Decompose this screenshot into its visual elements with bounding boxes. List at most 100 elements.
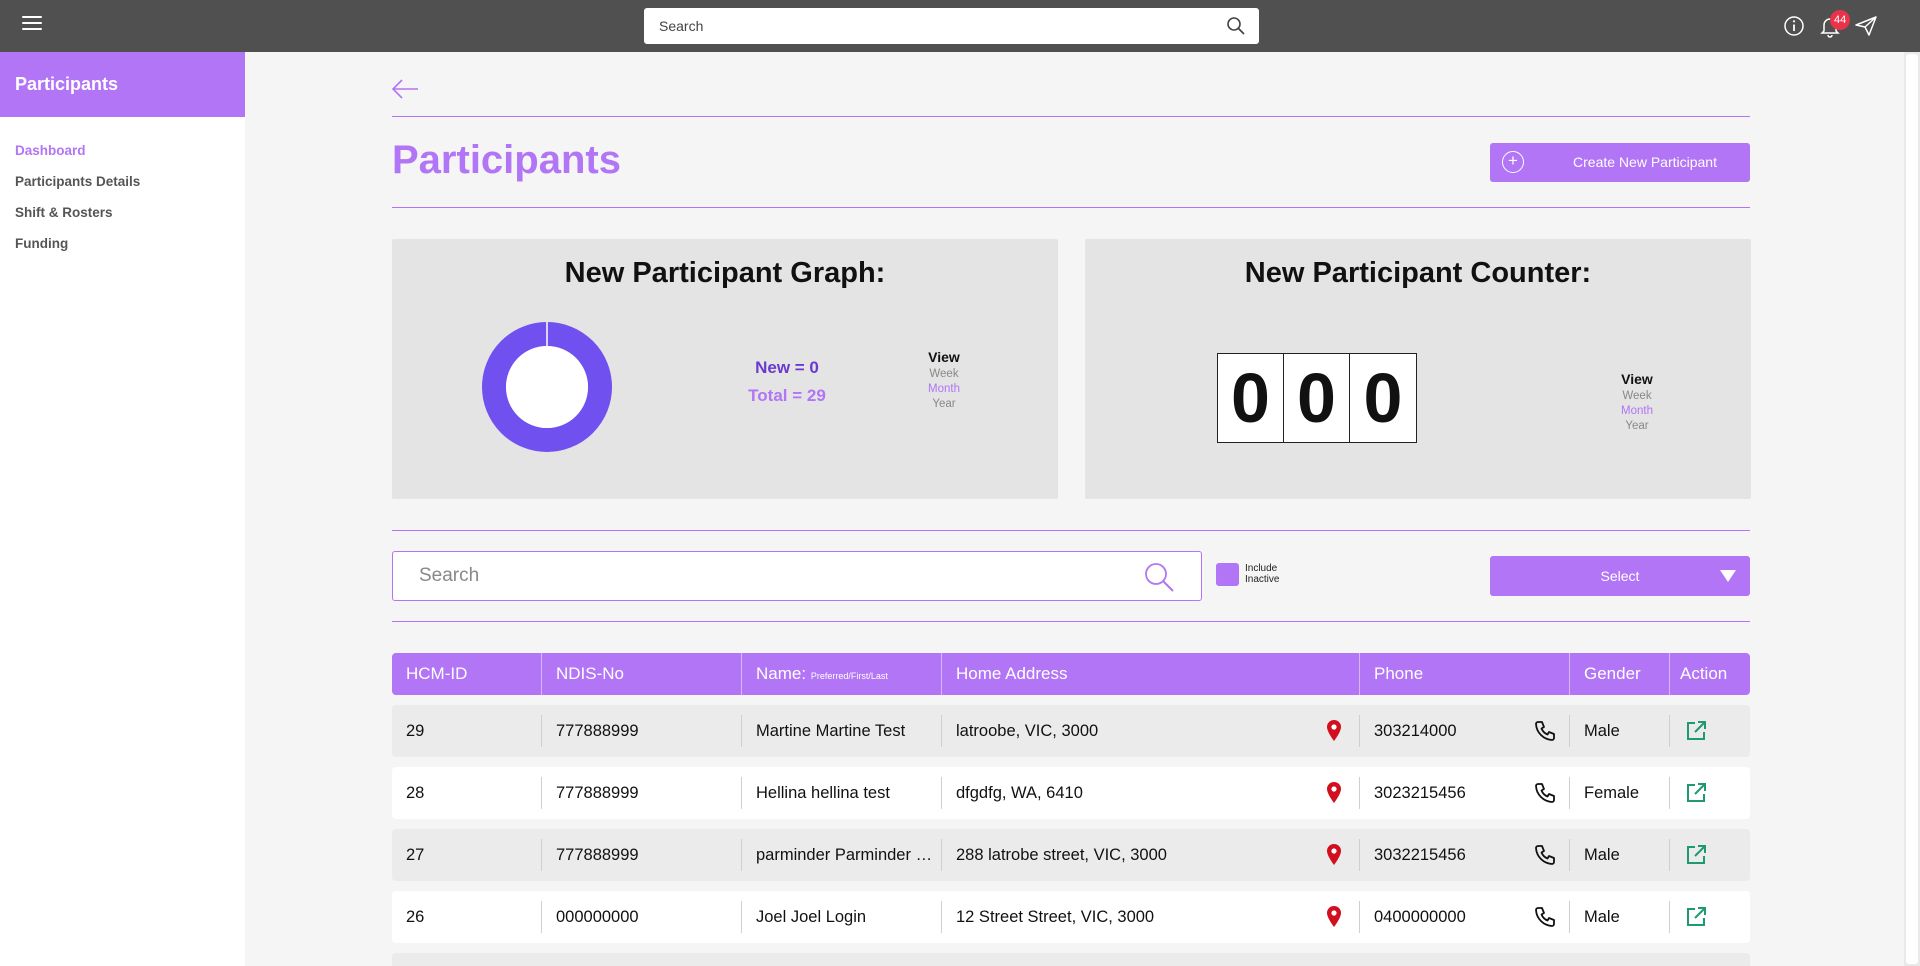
sidebar-nav: Dashboard Participants Details Shift & R… [0,117,245,259]
info-icon[interactable] [1782,14,1806,38]
cell-gender: Male [1570,715,1670,747]
map-pin-icon[interactable] [1325,719,1343,743]
donut-chart [482,322,612,452]
scrollbar[interactable] [1904,52,1920,966]
table-header: HCM-ID NDIS-No Name: Preferred/First/Las… [392,653,1750,695]
column-header-phone[interactable]: Phone [1360,653,1570,695]
cell-address: 12 Street Street, VIC, 3000 [942,901,1360,933]
include-inactive-label-line2: Inactive [1245,574,1280,585]
phone-text: 3032215456 [1374,846,1466,864]
cell-action [1670,715,1750,747]
counter-card-title: New Participant Counter: [1244,257,1592,289]
create-button-label: Create New Participant [1573,154,1717,170]
address-text: 288 latrobe street, VIC, 3000 [956,846,1167,864]
sidebar-item-shift-rosters[interactable]: Shift & Rosters [0,197,245,228]
cell-ndis-no: 777888999 [542,839,742,871]
filter-select-dropdown[interactable]: Select [1490,556,1750,596]
map-pin-icon[interactable] [1325,905,1343,929]
cell-hcm-id: 29 [392,715,542,747]
cell-gender: Female [1570,777,1670,809]
send-icon[interactable] [1854,14,1878,38]
participant-search-box[interactable] [392,551,1202,601]
phone-icon[interactable] [1533,905,1557,929]
table-row: 26 000000000 Joel Joel Login 12 Street S… [392,891,1750,943]
graph-card-title: New Participant Graph: [564,257,886,289]
cell-action [1670,777,1750,809]
menu-icon[interactable] [22,16,42,32]
view-option-month[interactable]: Month [904,383,984,395]
counter-digit: 0 [1284,354,1350,442]
open-external-icon[interactable] [1684,905,1708,929]
plus-circle-icon: + [1502,151,1524,173]
top-search-box[interactable] [644,8,1259,44]
view-option-year[interactable]: Year [1597,420,1677,432]
cell-phone: 303214000 [1360,715,1570,747]
divider [392,116,1750,117]
phone-text: 0400000000 [1374,908,1466,926]
total-count-label: Total = 29 [748,386,826,405]
column-header-home-address[interactable]: Home Address [942,653,1360,695]
donut-hole [506,346,588,428]
cell-action [1670,839,1750,871]
column-header-name[interactable]: Name: Preferred/First/Last [742,653,942,695]
participants-table: HCM-ID NDIS-No Name: Preferred/First/Las… [392,653,1750,966]
notification-bell-icon[interactable]: 44 [1818,10,1851,38]
top-search-input[interactable] [659,9,1199,43]
cell-ndis-no: 777888999 [542,777,742,809]
map-pin-icon[interactable] [1325,843,1343,867]
column-header-gender[interactable]: Gender [1570,653,1670,695]
page-title: Participants [392,138,621,182]
counter-digit: 0 [1350,354,1416,442]
sidebar-item-dashboard[interactable]: Dashboard [0,135,245,166]
name-header-sub: Preferred/First/Last [810,671,888,681]
phone-text: 303214000 [1374,722,1457,740]
new-participant-counter-card: New Participant Counter: 0 0 0 View Week… [1085,239,1751,499]
sidebar-item-funding[interactable]: Funding [0,228,245,259]
name-header-label: Name: [756,664,807,683]
notification-badge: 44 [1830,10,1851,30]
counter-display: 0 0 0 [1217,353,1417,443]
sidebar-item-participants-details[interactable]: Participants Details [0,166,245,197]
cell-address: latroobe, VIC, 3000 [942,715,1360,747]
address-text: dfgdfg, WA, 6410 [956,784,1083,802]
divider [392,621,1750,622]
cell-name: parminder Parminder Singh [742,839,942,871]
phone-icon[interactable] [1533,719,1557,743]
cell-phone: 3032215456 [1360,839,1570,871]
scrollbar-thumb[interactable] [1906,54,1918,964]
cell-address: dfgdfg, WA, 6410 [942,777,1360,809]
search-icon[interactable] [1143,561,1175,593]
include-inactive-checkbox[interactable] [1216,563,1239,586]
new-count-label: New = 0 [755,358,819,377]
phone-icon[interactable] [1533,843,1557,867]
view-heading: View [928,349,960,365]
column-header-ndis-no[interactable]: NDIS-No [542,653,742,695]
map-pin-icon[interactable] [1325,781,1343,805]
table-row: 29 777888999 Martine Martine Test latroo… [392,705,1750,757]
view-option-month[interactable]: Month [1597,405,1677,417]
cell-name: Martine Martine Test [742,715,942,747]
search-icon[interactable] [1226,16,1246,36]
divider [392,530,1750,531]
view-option-year[interactable]: Year [904,398,984,410]
include-inactive-label-line1: Include [1245,563,1278,574]
sidebar: Participants Dashboard Participants Deta… [0,52,245,966]
cell-hcm-id: 26 [392,901,542,933]
column-header-hcm-id[interactable]: HCM-ID [392,653,542,695]
create-new-participant-button[interactable]: + Create New Participant [1490,143,1750,182]
table-row: 28 777888999 Hellina hellina test dfgdfg… [392,767,1750,819]
view-option-week[interactable]: Week [904,368,984,380]
open-external-icon[interactable] [1684,781,1708,805]
select-label: Select [1600,568,1640,584]
cell-name: Hellina hellina test [742,777,942,809]
open-external-icon[interactable] [1684,843,1708,867]
back-arrow-icon[interactable] [390,76,420,102]
cell-hcm-id: 28 [392,777,542,809]
phone-icon[interactable] [1533,781,1557,805]
open-external-icon[interactable] [1684,719,1708,743]
view-option-week[interactable]: Week [1597,390,1677,402]
include-inactive-label: Include Inactive [1245,563,1305,585]
participant-search-input[interactable] [419,552,1119,600]
cell-hcm-id: 27 [392,839,542,871]
graph-view-selector: View Week Month Year [904,349,984,410]
